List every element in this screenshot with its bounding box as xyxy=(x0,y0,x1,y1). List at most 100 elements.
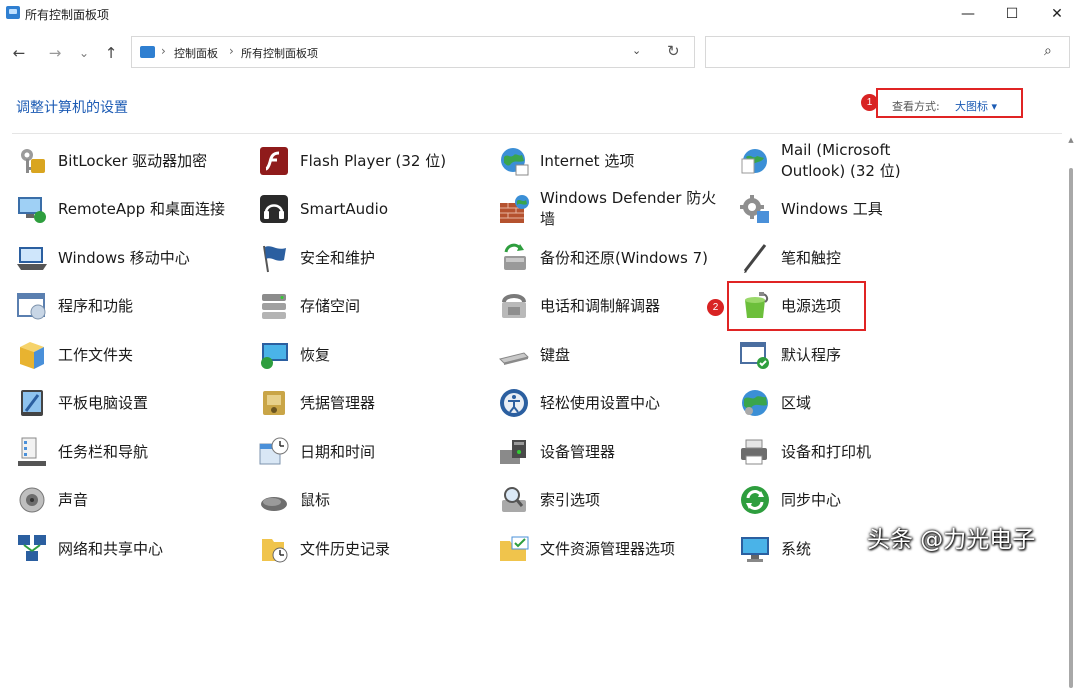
item-backup-restore[interactable]: 备份和还原(Windows 7) xyxy=(498,235,728,279)
item-programs-features[interactable]: 程序和功能 xyxy=(16,283,246,327)
item-smartaudio[interactable]: SmartAudio xyxy=(258,186,488,230)
item-default-programs[interactable]: 默认程序 xyxy=(739,332,969,376)
forward-button[interactable]: → xyxy=(44,42,66,64)
item-sync-center[interactable]: 同步中心 xyxy=(739,477,969,521)
maximize-button[interactable]: ☐ xyxy=(994,2,1030,26)
up-button[interactable]: ↑ xyxy=(100,42,122,64)
breadcrumb-control-panel[interactable]: 控制面板 xyxy=(174,45,218,61)
item-flash-player[interactable]: Flash Player (32 位) xyxy=(258,138,488,182)
item-label: 区域 xyxy=(781,394,812,412)
item-firewall[interactable]: Windows Defender 防火 墙 xyxy=(498,186,728,230)
item-label: 平板电脑设置 xyxy=(58,394,149,412)
close-button[interactable]: ✕ xyxy=(1039,2,1075,26)
item-label: Windows 移动中心 xyxy=(58,249,190,267)
search-input[interactable] xyxy=(712,41,1032,63)
item-label-line-2: Outlook) (32 位) xyxy=(781,162,901,180)
tablet-settings-icon xyxy=(16,387,48,419)
item-recovery[interactable]: 恢复 xyxy=(258,332,488,376)
item-label: 笔和触控 xyxy=(781,249,842,267)
item-date-time[interactable]: 日期和时间 xyxy=(258,429,488,473)
item-tablet-settings[interactable]: 平板电脑设置 xyxy=(16,380,246,424)
control-panel-icon xyxy=(140,46,155,58)
item-credential-manager[interactable]: 凭据管理器 xyxy=(258,380,488,424)
back-button[interactable]: ← xyxy=(8,42,30,64)
item-label: 备份和还原(Windows 7) xyxy=(540,249,708,267)
item-label: 网络和共享中心 xyxy=(58,540,164,558)
scroll-up-icon[interactable]: ▲ xyxy=(1066,136,1076,144)
item-keyboard[interactable]: 键盘 xyxy=(498,332,728,376)
item-mobility-center[interactable]: Windows 移动中心 xyxy=(16,235,246,279)
refresh-icon[interactable]: ↻ xyxy=(667,42,680,60)
divider xyxy=(12,133,1062,134)
item-sound[interactable]: 声音 xyxy=(16,477,246,521)
mouse-icon xyxy=(258,484,290,516)
item-label: BitLocker 驱动器加密 xyxy=(58,152,208,170)
item-label: 默认程序 xyxy=(781,346,842,364)
item-windows-tools[interactable]: Windows 工具 xyxy=(739,186,969,230)
item-explorer-options[interactable]: 文件资源管理器选项 xyxy=(498,526,728,570)
search-box[interactable]: ⌕ xyxy=(705,36,1070,68)
sync-center-icon xyxy=(739,484,771,516)
breadcrumb-all-items[interactable]: 所有控制面板项 xyxy=(241,45,318,61)
item-label: 声音 xyxy=(58,491,89,509)
item-mail[interactable]: Mail (Microsoft Outlook) (32 位) xyxy=(739,138,969,182)
item-label-line-1: Mail (Microsoft xyxy=(781,141,891,159)
item-label: Mail (Microsoft Outlook) (32 位) xyxy=(781,140,901,182)
item-label: SmartAudio xyxy=(300,200,389,218)
view-by-dropdown[interactable]: 大图标 ▾ xyxy=(955,98,997,114)
item-storage-spaces[interactable]: 存储空间 xyxy=(258,283,488,327)
item-label: RemoteApp 和桌面连接 xyxy=(58,200,225,218)
watermark: 头条 @力光电子 xyxy=(867,527,1036,553)
item-label: 文件资源管理器选项 xyxy=(540,540,676,558)
bitlocker-icon xyxy=(16,145,48,177)
address-bar[interactable]: › 控制面板 › 所有控制面板项 ⌄ ↻ xyxy=(131,36,695,68)
security-flag-icon xyxy=(258,242,290,274)
item-ease-of-access[interactable]: 轻松使用设置中心 xyxy=(498,380,728,424)
item-label: 索引选项 xyxy=(540,491,601,509)
phone-modem-icon xyxy=(498,290,530,322)
device-manager-icon xyxy=(498,436,530,468)
window-title: 所有控制面板项 xyxy=(25,8,110,22)
item-work-folders[interactable]: 工作文件夹 xyxy=(16,332,246,376)
work-folders-icon xyxy=(16,339,48,371)
item-internet-options[interactable]: Internet 选项 xyxy=(498,138,728,182)
item-indexing-options[interactable]: 索引选项 xyxy=(498,477,728,521)
pen-touch-icon xyxy=(739,242,771,274)
item-bitlocker[interactable]: BitLocker 驱动器加密 xyxy=(16,138,246,182)
item-file-history[interactable]: 文件历史记录 xyxy=(258,526,488,570)
item-label: Flash Player (32 位) xyxy=(300,152,447,170)
item-network[interactable]: 网络和共享中心 xyxy=(16,526,246,570)
item-label: 恢复 xyxy=(300,346,331,364)
item-label-line-1: Windows Defender 防火 xyxy=(540,189,717,207)
item-devices-printers[interactable]: 设备和打印机 xyxy=(739,429,969,473)
credential-manager-icon xyxy=(258,387,290,419)
item-label: Windows Defender 防火 墙 xyxy=(540,188,716,230)
search-icon[interactable]: ⌕ xyxy=(1044,43,1052,59)
item-label: 鼠标 xyxy=(300,491,331,509)
mail-icon xyxy=(739,145,771,177)
item-taskbar[interactable]: 任务栏和导航 xyxy=(16,429,246,473)
network-icon xyxy=(16,533,48,565)
item-label: 同步中心 xyxy=(781,491,842,509)
item-remoteapp[interactable]: RemoteApp 和桌面连接 xyxy=(16,186,246,230)
item-region[interactable]: 区域 xyxy=(739,380,969,424)
item-label: 任务栏和导航 xyxy=(58,443,149,461)
view-by-control[interactable]: 查看方式: 大图标 ▾ xyxy=(876,88,1023,118)
sound-icon xyxy=(16,484,48,516)
item-security-maintenance[interactable]: 安全和维护 xyxy=(258,235,488,279)
item-pen-touch[interactable]: 笔和触控 xyxy=(739,235,969,279)
scrollbar[interactable]: ▲ xyxy=(1066,134,1076,688)
item-label: 凭据管理器 xyxy=(300,394,376,412)
recent-locations-button[interactable]: ⌄ xyxy=(73,42,95,64)
system-icon xyxy=(739,533,771,565)
item-mouse[interactable]: 鼠标 xyxy=(258,477,488,521)
view-by-label: 查看方式: xyxy=(892,100,940,113)
address-dropdown-icon[interactable]: ⌄ xyxy=(632,44,641,57)
default-programs-icon xyxy=(739,339,771,371)
devices-printers-icon xyxy=(739,436,771,468)
item-label: 程序和功能 xyxy=(58,297,134,315)
item-phone-modem[interactable]: 电话和调制解调器 xyxy=(498,283,728,327)
minimize-button[interactable]: — xyxy=(950,2,986,26)
item-device-manager[interactable]: 设备管理器 xyxy=(498,429,728,473)
scroll-thumb[interactable] xyxy=(1069,168,1073,688)
